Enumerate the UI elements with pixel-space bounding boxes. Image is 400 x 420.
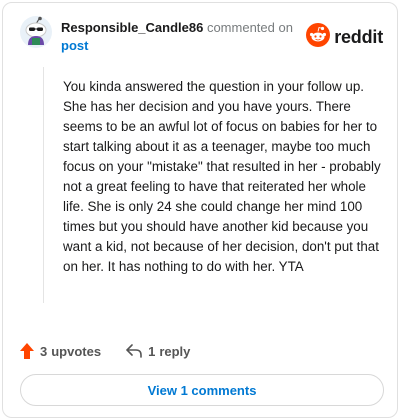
comment-body: You kinda answered the question in your … bbox=[63, 79, 381, 274]
action-text: commented on bbox=[206, 20, 293, 35]
reddit-snoo-icon bbox=[306, 23, 331, 52]
upvote-label: upvotes bbox=[51, 343, 102, 359]
reddit-logo[interactable]: reddit bbox=[306, 23, 383, 52]
reddit-wordmark: reddit bbox=[334, 27, 383, 47]
comment-card: Responsible_Candle86 commented on post r… bbox=[2, 2, 398, 418]
thread-line[interactable] bbox=[43, 67, 44, 303]
user-avatar-icon[interactable] bbox=[19, 15, 53, 49]
upvote-count: 3 bbox=[40, 343, 48, 359]
comment-actions: 3 upvotes 1 reply bbox=[19, 339, 190, 363]
reply-count: 1 bbox=[148, 343, 156, 359]
post-link[interactable]: post bbox=[61, 38, 88, 53]
comment-header: Responsible_Candle86 commented on post r… bbox=[3, 3, 397, 63]
reply-arrow-icon bbox=[125, 343, 148, 359]
username-link[interactable]: Responsible_Candle86 bbox=[61, 20, 203, 35]
view-comments-button[interactable]: View 1 comments bbox=[20, 374, 384, 406]
reply-button[interactable]: 1 reply bbox=[125, 343, 190, 359]
upvote-arrow-icon bbox=[19, 342, 40, 360]
comment-attribution: Responsible_Candle86 commented on post bbox=[61, 19, 301, 55]
reply-label: reply bbox=[159, 343, 191, 359]
upvote-button[interactable]: 3 upvotes bbox=[19, 342, 101, 360]
